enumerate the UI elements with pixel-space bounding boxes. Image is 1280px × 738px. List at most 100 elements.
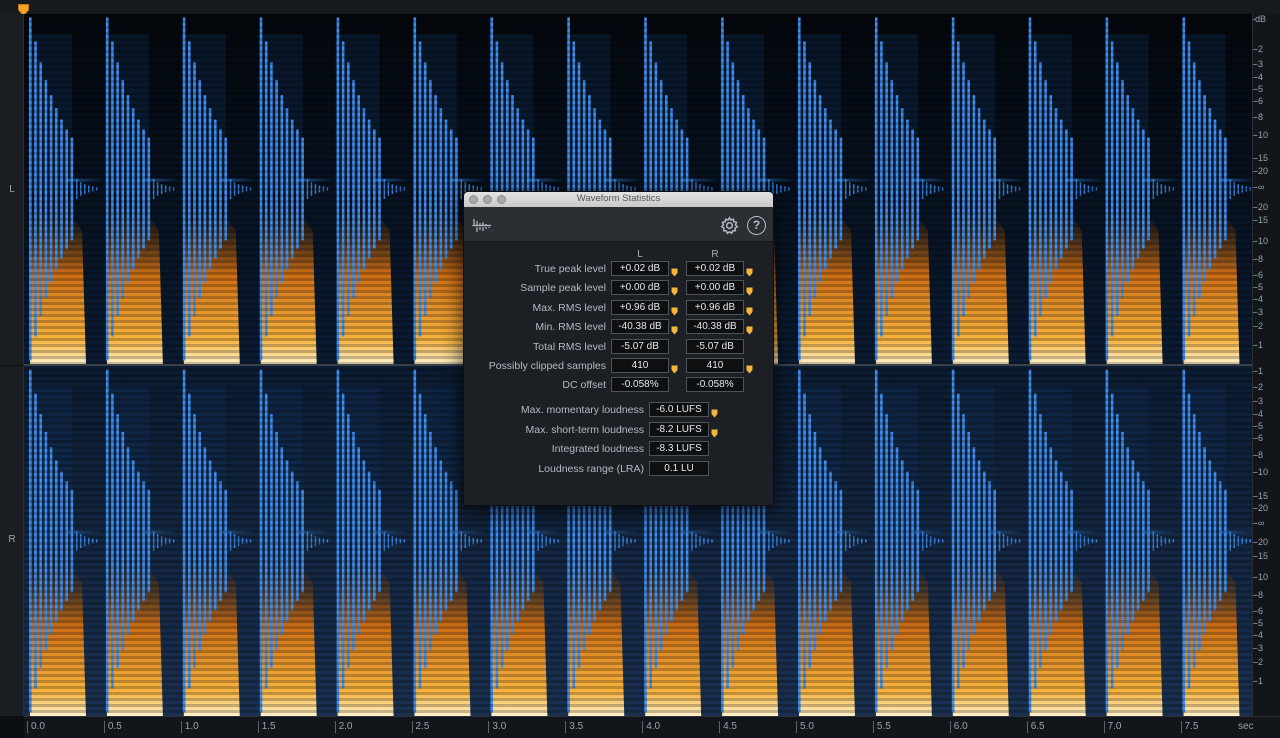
stat-value-right[interactable]: +0.00 dB	[686, 280, 744, 296]
time-unit-label: sec	[1238, 721, 1254, 732]
time-tick-label: 3.0	[488, 721, 506, 733]
db-tick-label: -15	[1252, 215, 1269, 225]
stat-label: Possibly clipped samples	[488, 360, 606, 372]
db-tick-label: -5	[1252, 421, 1264, 431]
loudness-value[interactable]: -8.3 LUFS	[649, 441, 709, 456]
warning-marker-icon[interactable]	[746, 283, 753, 296]
db-tick-label: -∞	[1252, 182, 1265, 192]
db-tick-label: -3	[1252, 307, 1264, 317]
stat-value-right[interactable]: +0.96 dB	[686, 299, 744, 315]
db-tick-label: -15	[1252, 153, 1269, 163]
warning-marker-icon[interactable]	[671, 303, 678, 316]
time-tick-label: 0.0	[27, 721, 45, 733]
time-tick-label: 5.5	[872, 721, 891, 733]
help-icon[interactable]: ?	[747, 216, 766, 235]
db-tick-label: -10	[1252, 130, 1269, 140]
db-tick-label: -4	[1252, 630, 1264, 640]
warning-marker-icon[interactable]	[711, 425, 718, 437]
stat-label: True peak level	[534, 263, 606, 275]
db-tick-label: dB	[1252, 14, 1267, 24]
db-tick-label: -20	[1252, 537, 1269, 547]
stat-value-right[interactable]: -40.38 dB	[686, 319, 744, 335]
db-tick-label: -5	[1252, 618, 1264, 628]
warning-marker-icon[interactable]	[671, 283, 678, 296]
time-tick-label: 2.0	[334, 721, 353, 733]
waveform-statistics-window[interactable]: Waveform Statistics ? L R True peak leve…	[463, 191, 774, 506]
db-tick-label: -5	[1252, 84, 1264, 94]
stat-value-left[interactable]: +0.00 dB	[611, 280, 669, 296]
db-tick-label: -4	[1252, 409, 1264, 419]
db-tick-label: -20	[1252, 202, 1269, 212]
db-tick-label: -20	[1252, 503, 1269, 513]
warning-marker-icon[interactable]	[711, 405, 718, 418]
db-tick-label: -1	[1252, 340, 1264, 350]
db-tick-label: -6	[1252, 433, 1264, 443]
stat-label: Sample peak level	[520, 282, 606, 295]
time-tick-label: 6.5	[1026, 721, 1045, 733]
db-tick-label: -1	[1252, 676, 1264, 686]
db-tick-label: -20	[1252, 166, 1269, 176]
loudness-value[interactable]: -8.2 LUFS	[649, 421, 709, 437]
dialog-toolbar: ?	[464, 207, 773, 242]
stat-value-left[interactable]: 410	[611, 358, 669, 373]
stat-label: Min. RMS level	[535, 321, 606, 334]
loudness-label: Loudness range (LRA)	[538, 462, 644, 475]
stat-label: DC offset	[562, 379, 606, 392]
db-tick-label: -2	[1252, 382, 1264, 392]
warning-marker-icon[interactable]	[671, 361, 678, 374]
warning-marker-icon[interactable]	[671, 322, 678, 335]
db-tick-label: -2	[1252, 321, 1264, 331]
column-header-left: L	[637, 249, 643, 260]
time-tick-label: 1.5	[257, 721, 276, 733]
loudness-label: Max. short-term loudness	[525, 423, 644, 436]
warning-marker-icon[interactable]	[671, 264, 678, 277]
time-tick-label: 4.0	[642, 721, 660, 733]
time-tick-label: 0.5	[103, 721, 122, 733]
stat-value-right[interactable]: -5.07 dB	[686, 338, 744, 354]
db-tick-label: -15	[1252, 551, 1269, 561]
window-title-bar[interactable]: Waveform Statistics	[464, 192, 773, 207]
stat-value-right[interactable]: 410	[686, 358, 744, 373]
time-tick-label: 6.0	[949, 721, 968, 733]
stat-value-left[interactable]: -5.07 dB	[611, 338, 669, 354]
gear-icon[interactable]	[720, 216, 739, 235]
db-tick-label: -1	[1252, 366, 1264, 376]
warning-marker-icon[interactable]	[746, 303, 753, 316]
time-tick-label: 1.0	[180, 721, 199, 733]
time-tick-label: 3.5	[565, 721, 583, 733]
stat-value-left[interactable]: -0.058%	[611, 377, 669, 393]
channel-label-left: L	[9, 184, 15, 195]
db-tick-label: -15	[1252, 491, 1269, 501]
stat-label: Max. RMS level	[532, 301, 606, 314]
waveform-stats-icon	[472, 219, 491, 232]
db-tick-label: -5	[1252, 282, 1264, 292]
channel-strip-left[interactable]: L	[0, 14, 24, 365]
db-tick-label: -3	[1252, 396, 1264, 406]
db-tick-label: -6	[1252, 606, 1264, 616]
db-tick-label: -10	[1252, 572, 1269, 582]
column-header-right: R	[711, 249, 719, 260]
db-tick-label: -10	[1252, 236, 1269, 246]
db-scale-ruler[interactable]: dB -2 -3 -4 -5 -6 -8 -10 -15 -20 -∞ -20 -15 -10 -8 -6 -5…	[1252, 14, 1280, 716]
loudness-value[interactable]: -6.0 LUFS	[649, 402, 709, 417]
warning-marker-icon[interactable]	[746, 264, 753, 277]
channel-strip-right[interactable]: R	[0, 366, 24, 716]
db-tick-label: -8	[1252, 254, 1264, 264]
loudness-label: Integrated loudness	[551, 443, 644, 455]
warning-marker-icon[interactable]	[746, 322, 753, 335]
db-tick-label: -2	[1252, 44, 1264, 54]
db-tick-label: -∞	[1252, 518, 1265, 528]
stat-value-left[interactable]: +0.96 dB	[611, 299, 669, 315]
warning-marker-icon[interactable]	[746, 361, 753, 374]
stat-value-left[interactable]: +0.02 dB	[611, 261, 669, 276]
time-tick-label: 5.0	[796, 721, 814, 733]
stat-value-left[interactable]: -40.38 dB	[611, 319, 669, 335]
stat-value-right[interactable]: +0.02 dB	[686, 261, 744, 276]
db-tick-label: -3	[1252, 59, 1264, 69]
stat-value-right[interactable]: -0.058%	[686, 377, 744, 393]
time-ruler[interactable]: sec 0.0 0.5 1.0 1.5 2.0 2.5 3.0 3.5 4.0 4.5 5.0 5.5…	[24, 716, 1280, 738]
loudness-value[interactable]: 0.1 LU	[649, 460, 709, 476]
top-timeline-strip[interactable]	[0, 0, 1280, 14]
stat-label: Total RMS level	[533, 340, 606, 353]
db-tick-label: -8	[1252, 450, 1264, 460]
